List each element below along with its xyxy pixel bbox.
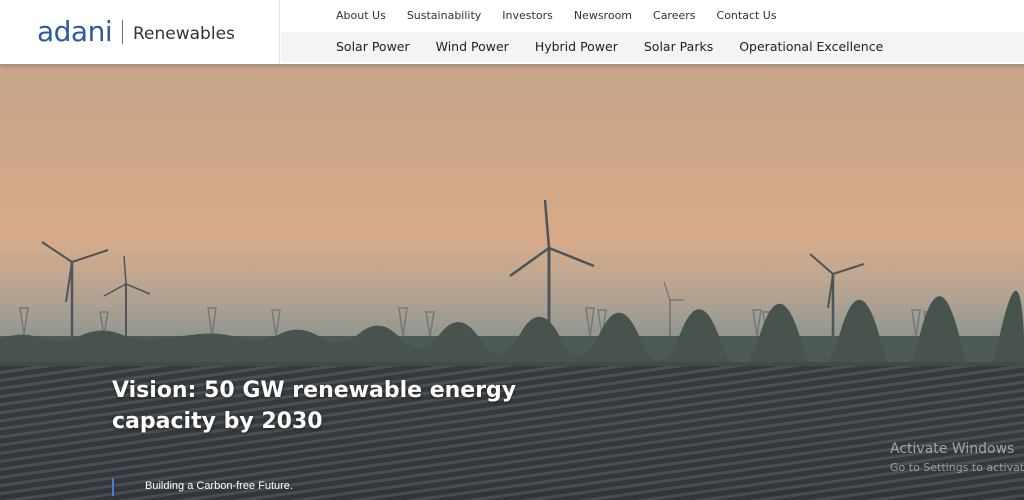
windows-activation-watermark-title: Activate Windows bbox=[890, 441, 1015, 457]
nav-link-sustainability[interactable]: Sustainability bbox=[407, 8, 481, 24]
main-nav-solar-power[interactable]: Solar Power bbox=[336, 38, 410, 56]
main-nav: Solar Power Wind Power Hybrid Power Sola… bbox=[336, 38, 909, 56]
hero-banner: Vision: 50 GW renewable energy capacity … bbox=[0, 64, 1024, 500]
logo-text: adani bbox=[37, 15, 113, 48]
nav-link-investors[interactable]: Investors bbox=[502, 8, 553, 24]
nav-link-about-us[interactable]: About Us bbox=[336, 8, 386, 24]
adani-logo-wordmark: adani bbox=[37, 14, 113, 50]
hero-title: Vision: 50 GW renewable energy capacity … bbox=[112, 378, 517, 434]
hero-accent-bar bbox=[112, 478, 114, 496]
utility-nav: About Us Sustainability Investors Newsro… bbox=[336, 8, 798, 24]
main-nav-solar-parks[interactable]: Solar Parks bbox=[644, 38, 713, 56]
main-nav-hybrid-power[interactable]: Hybrid Power bbox=[535, 38, 618, 56]
logo-divider bbox=[122, 20, 123, 44]
site-header: adani Renewables About Us Sustainability… bbox=[0, 0, 1024, 64]
nav-link-newsroom[interactable]: Newsroom bbox=[574, 8, 632, 24]
nav-link-careers[interactable]: Careers bbox=[653, 8, 696, 24]
windows-activation-watermark-text: Go to Settings to activat bbox=[890, 461, 1024, 474]
logo-subtitle: Renewables bbox=[133, 24, 235, 44]
main-nav-operational-excellence[interactable]: Operational Excellence bbox=[739, 38, 883, 56]
logo[interactable]: adani Renewables bbox=[0, 0, 280, 64]
hero-subtitle: Building a Carbon-free Future. bbox=[145, 480, 293, 492]
nav-link-contact-us[interactable]: Contact Us bbox=[717, 8, 777, 24]
main-nav-wind-power[interactable]: Wind Power bbox=[436, 38, 509, 56]
